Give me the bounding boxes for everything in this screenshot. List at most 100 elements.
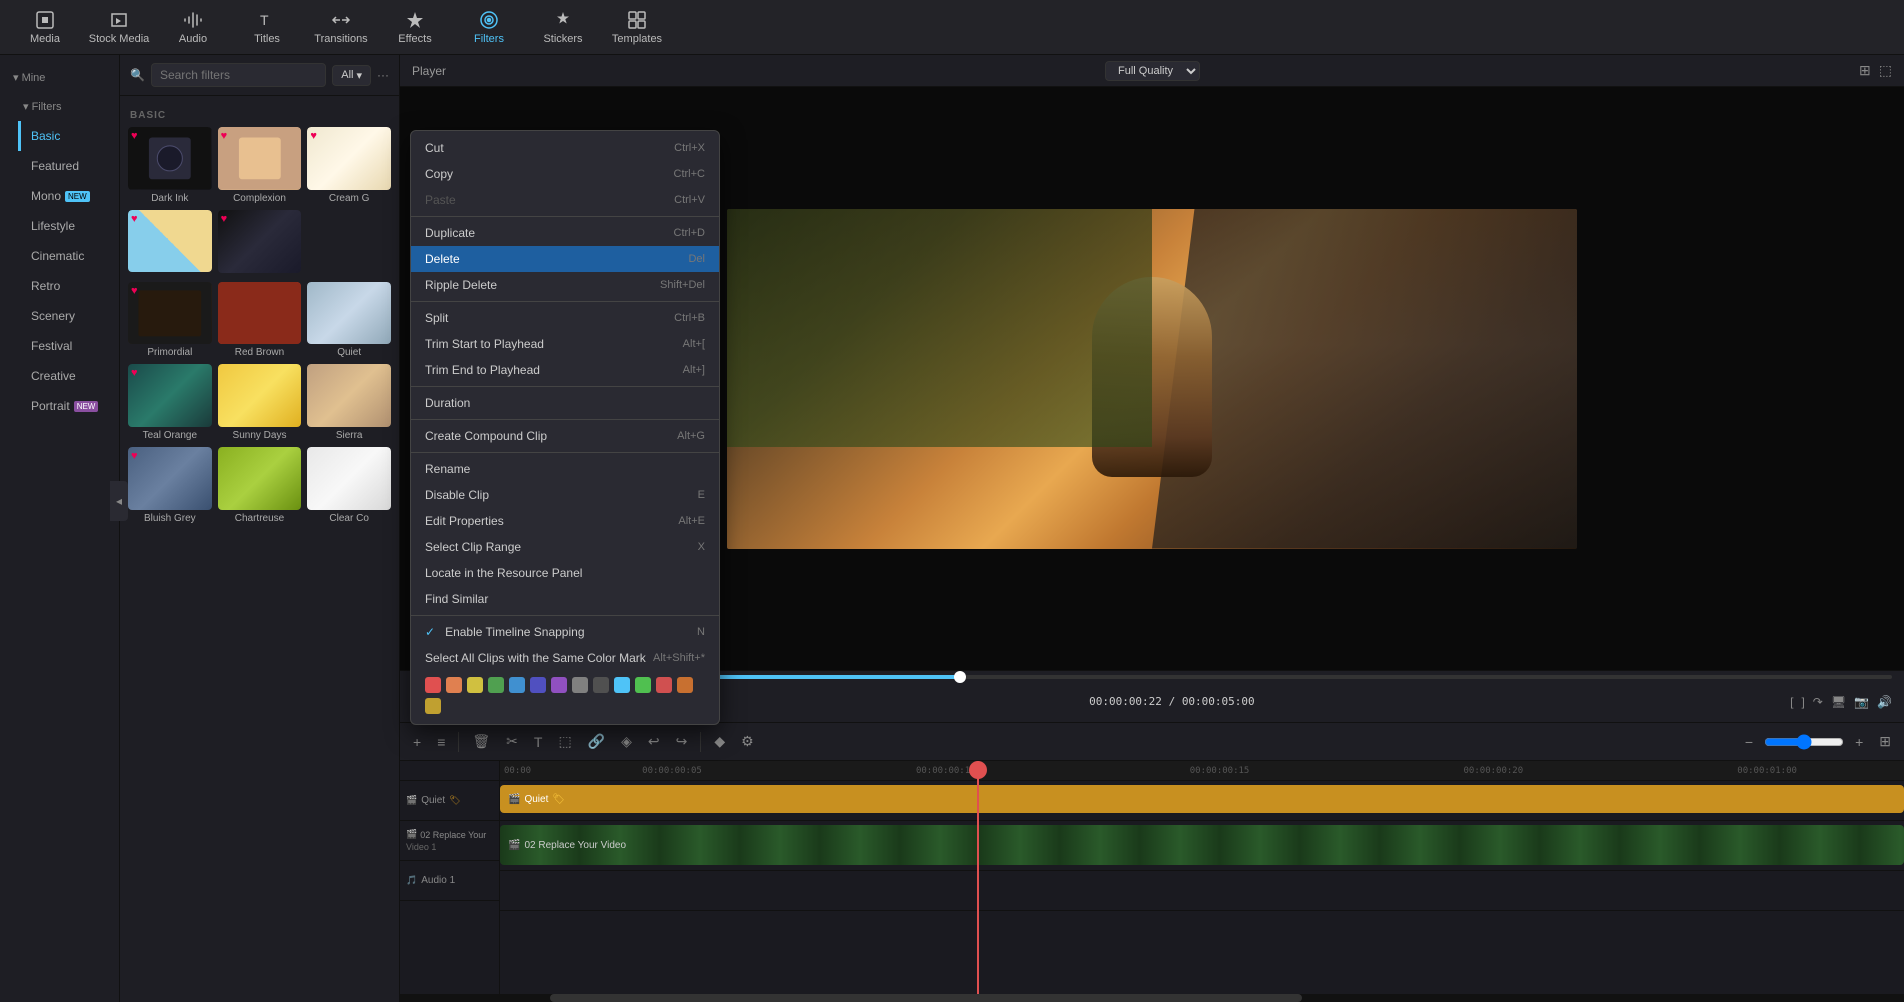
color-swatch[interactable]	[530, 677, 546, 693]
timeline-delete[interactable]: 🗑	[467, 730, 495, 753]
filter-item-g1[interactable]: ♥	[128, 210, 212, 276]
ctx-rename[interactable]: Rename	[411, 456, 719, 482]
toolbar-templates[interactable]: Templates	[602, 2, 672, 52]
filter-item-sierra[interactable]: ♥ Sierra	[307, 364, 391, 441]
filter-item-chartreuse[interactable]: Chartreuse	[218, 447, 302, 524]
timeline-redo[interactable]: ↪	[671, 730, 693, 753]
more-options-icon[interactable]: ···	[377, 68, 389, 82]
ctx-disable-clip[interactable]: Disable Clip E	[411, 482, 719, 508]
color-swatch[interactable]	[635, 677, 651, 693]
filter-item-clear-co[interactable]: Clear Co	[307, 447, 391, 524]
timeline-crop[interactable]: ⬚	[553, 730, 576, 753]
color-swatch[interactable]	[467, 677, 483, 693]
monitor-icon[interactable]: 🖥	[1831, 695, 1846, 709]
timeline-link[interactable]: 🔗	[583, 730, 610, 753]
ctx-trim-end[interactable]: Trim End to Playhead Alt+]	[411, 357, 719, 383]
ctx-select-clip-range[interactable]: Select Clip Range X	[411, 534, 719, 560]
timeline-zoom-slider[interactable]	[1764, 734, 1844, 750]
toolbar-transitions[interactable]: Transitions	[306, 2, 376, 52]
sidebar-mine[interactable]: ▾ Mine	[0, 63, 119, 92]
ctx-same-color[interactable]: Select All Clips with the Same Color Mar…	[411, 645, 719, 671]
ctx-edit-properties[interactable]: Edit Properties Alt+E	[411, 508, 719, 534]
sidebar-item-scenery[interactable]: Scenery	[18, 301, 119, 331]
timeline-undo[interactable]: ↩	[643, 730, 665, 753]
ctx-snapping[interactable]: ✓ Enable Timeline Snapping N	[411, 619, 719, 645]
toolbar-effects[interactable]: Effects	[380, 2, 450, 52]
color-swatch[interactable]	[488, 677, 504, 693]
quiet-filter-clip[interactable]: 🎬 Quiet 🏷	[500, 785, 1904, 813]
filter-all-tag[interactable]: All ▾	[332, 65, 371, 86]
quality-select[interactable]: Full Quality Half Quality	[1105, 61, 1200, 81]
toolbar-filters[interactable]: Filters	[454, 2, 524, 52]
sidebar-item-retro[interactable]: Retro	[18, 271, 119, 301]
timeline-auto-track[interactable]: ≡	[432, 731, 450, 753]
search-input[interactable]	[151, 63, 326, 87]
color-swatch[interactable]	[425, 698, 441, 714]
speaker-icon[interactable]: 🔊	[1877, 695, 1892, 709]
scroll-thumb[interactable]	[550, 994, 1302, 1002]
filter-item-red-brown[interactable]: Red Brown	[218, 282, 302, 359]
forward-icon[interactable]: ↷	[1813, 695, 1823, 709]
sidebar-item-creative[interactable]: Creative	[18, 361, 119, 391]
ctx-compound-clip[interactable]: Create Compound Clip Alt+G	[411, 423, 719, 449]
color-swatch[interactable]	[614, 677, 630, 693]
sidebar-item-lifestyle[interactable]: Lifestyle	[18, 211, 119, 241]
sidebar-collapse-btn[interactable]: ◂	[110, 481, 128, 521]
ctx-find-similar[interactable]: Find Similar	[411, 586, 719, 612]
toolbar-media[interactable]: Media	[10, 2, 80, 52]
sidebar-item-basic[interactable]: Basic	[18, 121, 119, 151]
sidebar-filters-header[interactable]: ▾ Filters	[10, 92, 119, 121]
filter-item-quiet[interactable]: Quiet	[307, 282, 391, 359]
sidebar-item-festival[interactable]: Festival	[18, 331, 119, 361]
ctx-copy[interactable]: Copy Ctrl+C	[411, 161, 719, 187]
toolbar-titles[interactable]: T Titles	[232, 2, 302, 52]
ctx-delete[interactable]: Delete Del	[411, 246, 719, 272]
color-swatch[interactable]	[425, 677, 441, 693]
filter-item-sunny-days[interactable]: Sunny Days	[218, 364, 302, 441]
timeline-settings[interactable]: ⚙	[736, 730, 759, 753]
playhead[interactable]	[977, 761, 979, 994]
filter-item-complexion[interactable]: ♥ Complexion	[218, 127, 302, 204]
out-point-icon[interactable]: ]	[1801, 695, 1804, 709]
timeline-add-track[interactable]: +	[408, 731, 426, 753]
ctx-split[interactable]: Split Ctrl+B	[411, 305, 719, 331]
filter-item-dark-ink[interactable]: ♥ Dark Ink	[128, 127, 212, 204]
color-swatch[interactable]	[656, 677, 672, 693]
color-swatch[interactable]	[593, 677, 609, 693]
timeline-composite[interactable]: ◈	[616, 730, 637, 753]
toolbar-audio[interactable]: Audio	[158, 2, 228, 52]
camera-icon[interactable]: 📷	[1854, 695, 1869, 709]
filter-item-bluish-grey[interactable]: ♥ Bluish Grey	[128, 447, 212, 524]
progress-thumb[interactable]	[954, 671, 966, 683]
sidebar-item-mono[interactable]: Mono NEW	[18, 181, 119, 211]
filter-item-cream-g[interactable]: ♥ Cream G	[307, 127, 391, 204]
ctx-locate-resource[interactable]: Locate in the Resource Panel	[411, 560, 719, 586]
timeline-marker[interactable]: ◆	[709, 730, 730, 753]
timeline-cut[interactable]: ✂	[501, 730, 523, 753]
color-swatch[interactable]	[551, 677, 567, 693]
ctx-duplicate[interactable]: Duplicate Ctrl+D	[411, 220, 719, 246]
timeline-scrollbar[interactable]	[400, 994, 1904, 1002]
filter-item-g2[interactable]: ♥	[218, 210, 302, 276]
sidebar-item-portrait[interactable]: Portrait NEW	[18, 391, 119, 421]
color-swatch[interactable]	[509, 677, 525, 693]
video-clip-02[interactable]: 🎬 02 Replace Your Video	[500, 825, 1904, 865]
timeline-zoom-out[interactable]: −	[1740, 731, 1758, 753]
ctx-ripple-delete[interactable]: Ripple Delete Shift+Del	[411, 272, 719, 298]
toolbar-stickers[interactable]: Stickers	[528, 2, 598, 52]
filter-item-primordial[interactable]: ♥ Primordial	[128, 282, 212, 359]
timeline-zoom-in[interactable]: +	[1850, 731, 1868, 753]
sidebar-item-cinematic[interactable]: Cinematic	[18, 241, 119, 271]
ctx-cut[interactable]: Cut Ctrl+X	[411, 135, 719, 161]
timeline-fit[interactable]: ⊞	[1874, 730, 1896, 753]
ctx-paste[interactable]: Paste Ctrl+V	[411, 187, 719, 213]
toolbar-stock-media[interactable]: Stock Media	[84, 2, 154, 52]
color-swatch[interactable]	[677, 677, 693, 693]
ctx-duration[interactable]: Duration	[411, 390, 719, 416]
in-point-icon[interactable]: [	[1790, 695, 1793, 709]
ctx-trim-start[interactable]: Trim Start to Playhead Alt+[	[411, 331, 719, 357]
sidebar-item-featured[interactable]: Featured	[18, 151, 119, 181]
timeline-text[interactable]: T	[529, 731, 548, 753]
color-swatch[interactable]	[572, 677, 588, 693]
filter-item-teal-orange[interactable]: ♥ Teal Orange	[128, 364, 212, 441]
